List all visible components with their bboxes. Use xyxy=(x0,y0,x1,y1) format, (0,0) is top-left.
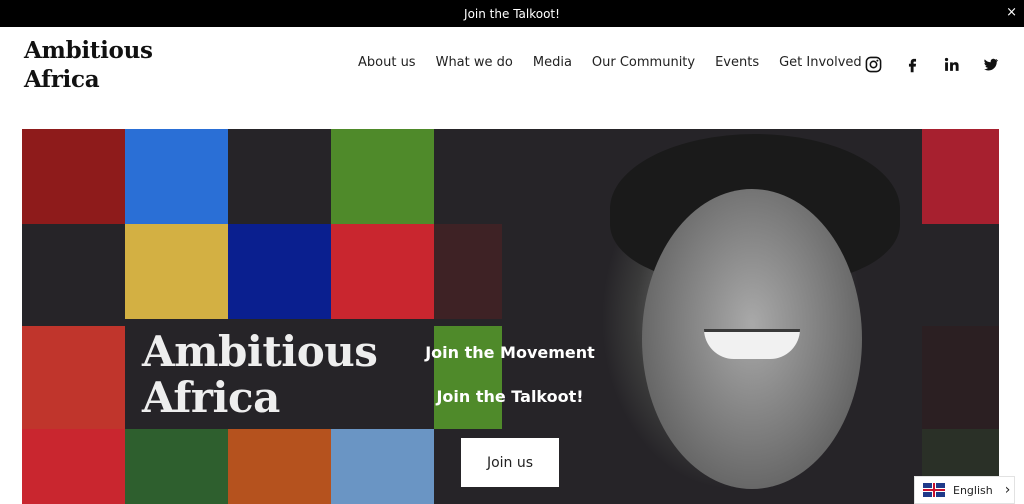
hero-banner: Ambitious Africa Join the Movement Join … xyxy=(22,129,999,504)
color-tile xyxy=(125,224,228,319)
hero-title: Ambitious Africa xyxy=(142,327,378,422)
color-tile xyxy=(228,429,331,504)
hero-tagline-movement: Join the Movement xyxy=(425,343,595,362)
site-logo[interactable]: Ambitious Africa xyxy=(24,36,153,94)
logo-line1: Ambitious xyxy=(24,37,153,64)
instagram-icon[interactable] xyxy=(864,55,883,74)
uk-flag-icon xyxy=(923,483,945,497)
nav-events[interactable]: Events xyxy=(715,55,759,70)
nav-what-we-do[interactable]: What we do xyxy=(436,55,513,70)
hero-tagline-talkoot: Join the Talkoot! xyxy=(436,387,584,406)
join-us-button[interactable]: Join us xyxy=(461,438,559,487)
linkedin-icon[interactable] xyxy=(942,55,961,74)
announcement-text[interactable]: Join the Talkoot! xyxy=(464,7,560,21)
chevron-right-icon: › xyxy=(1004,482,1011,498)
hero-title-line2: Africa xyxy=(142,373,280,422)
color-tile xyxy=(331,224,434,319)
color-tile xyxy=(228,224,331,319)
announcement-bar: Join the Talkoot! × xyxy=(0,0,1024,27)
close-icon[interactable]: × xyxy=(1006,5,1017,20)
social-links xyxy=(864,55,1000,74)
color-tile xyxy=(125,129,228,224)
main-nav: About us What we do Media Our Community … xyxy=(358,55,862,70)
hero-title-line1: Ambitious xyxy=(142,327,378,376)
nav-media[interactable]: Media xyxy=(533,55,572,70)
nav-our-community[interactable]: Our Community xyxy=(592,55,695,70)
color-tile xyxy=(331,429,434,504)
language-label: English xyxy=(953,483,993,497)
portrait-smile xyxy=(704,329,800,359)
nav-get-involved[interactable]: Get Involved xyxy=(779,55,862,70)
color-tile xyxy=(22,129,125,224)
logo-line2: Africa xyxy=(24,66,100,93)
language-selector[interactable]: English › xyxy=(914,476,1015,504)
color-tile xyxy=(22,429,125,504)
nav-about-us[interactable]: About us xyxy=(358,55,416,70)
color-tile xyxy=(125,429,228,504)
color-tile xyxy=(22,326,125,429)
facebook-icon[interactable] xyxy=(903,55,922,74)
color-tile xyxy=(331,129,434,224)
twitter-icon[interactable] xyxy=(981,55,1000,74)
